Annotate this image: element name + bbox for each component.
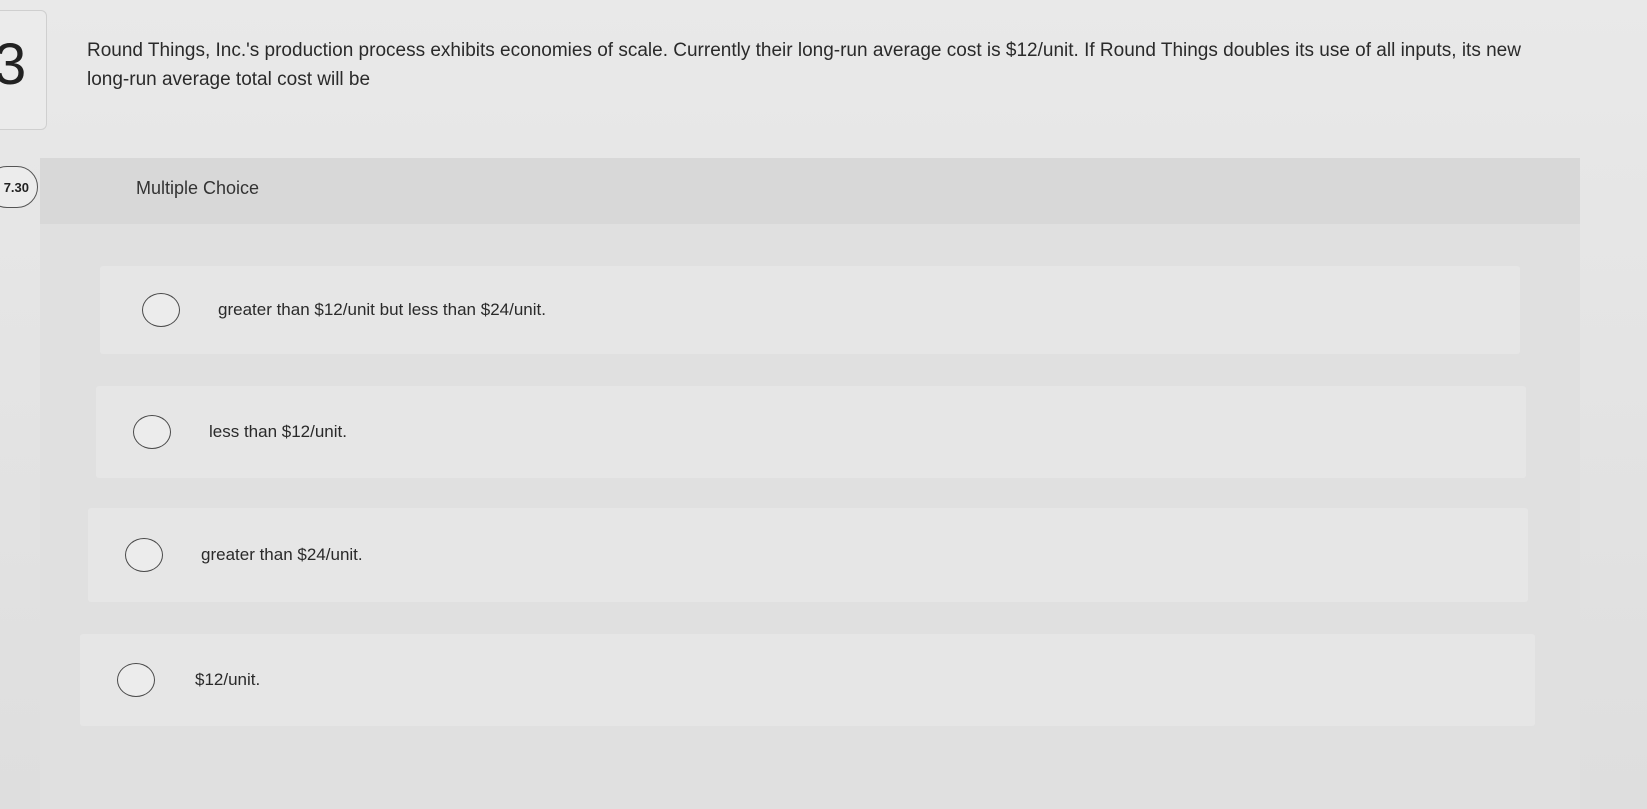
- answer-option-3[interactable]: greater than $24/unit.: [88, 508, 1528, 602]
- radio-button-icon[interactable]: [142, 293, 180, 327]
- choice-header: Multiple Choice: [40, 158, 1580, 224]
- question-text: Round Things, Inc.'s production process …: [87, 40, 1521, 90]
- radio-button-icon[interactable]: [125, 538, 163, 572]
- answer-option-4[interactable]: $12/unit.: [80, 634, 1535, 726]
- question-number: 3: [0, 32, 27, 97]
- points-badge: 7.30: [0, 166, 38, 208]
- answer-option-2[interactable]: less than $12/unit.: [96, 386, 1526, 478]
- answer-option-label: less than $12/unit.: [209, 422, 347, 441]
- answer-option-label: greater than $24/unit.: [201, 545, 363, 564]
- answer-option-1[interactable]: greater than $12/unit but less than $24/…: [100, 266, 1520, 354]
- answer-option-label: $12/unit.: [195, 670, 261, 689]
- radio-button-icon[interactable]: [117, 663, 155, 697]
- choice-type-title: Multiple Choice: [136, 178, 260, 198]
- answer-option-label: greater than $12/unit but less than $24/…: [218, 300, 546, 319]
- radio-button-icon[interactable]: [133, 415, 171, 449]
